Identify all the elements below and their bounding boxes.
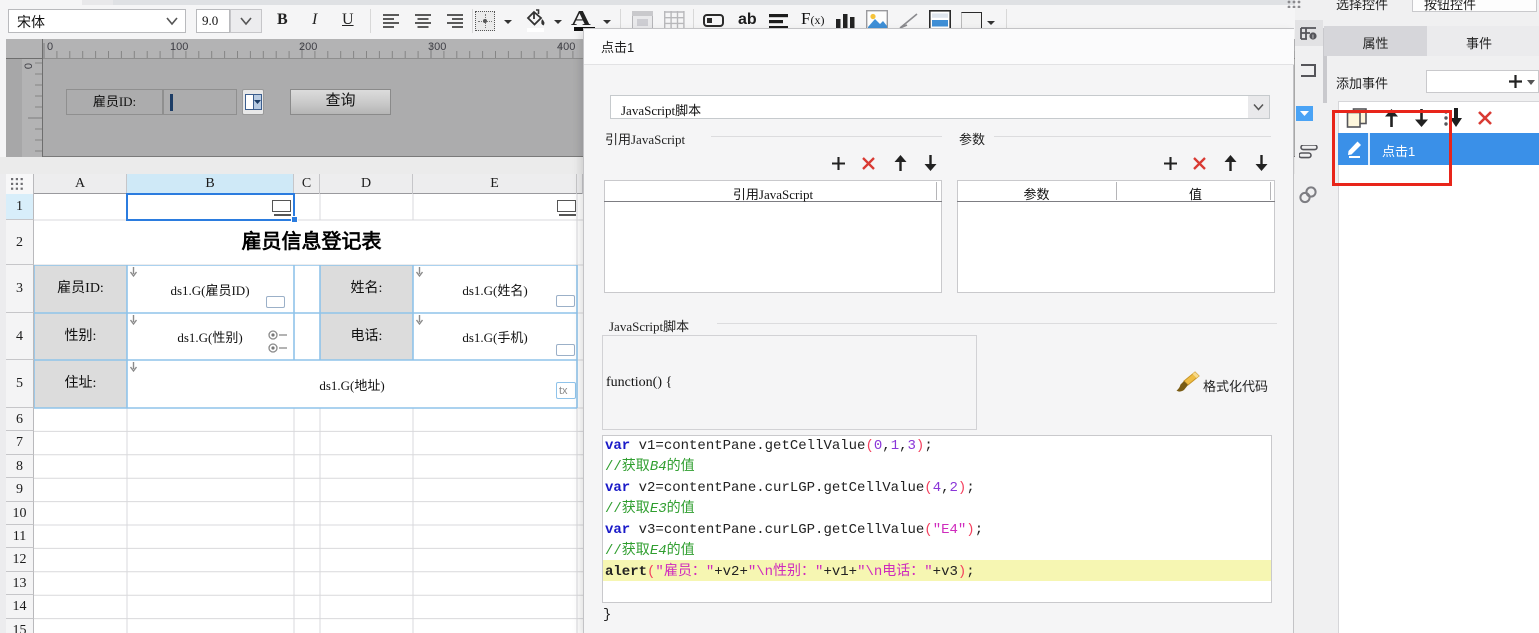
svg-text:i: i: [1312, 33, 1313, 40]
